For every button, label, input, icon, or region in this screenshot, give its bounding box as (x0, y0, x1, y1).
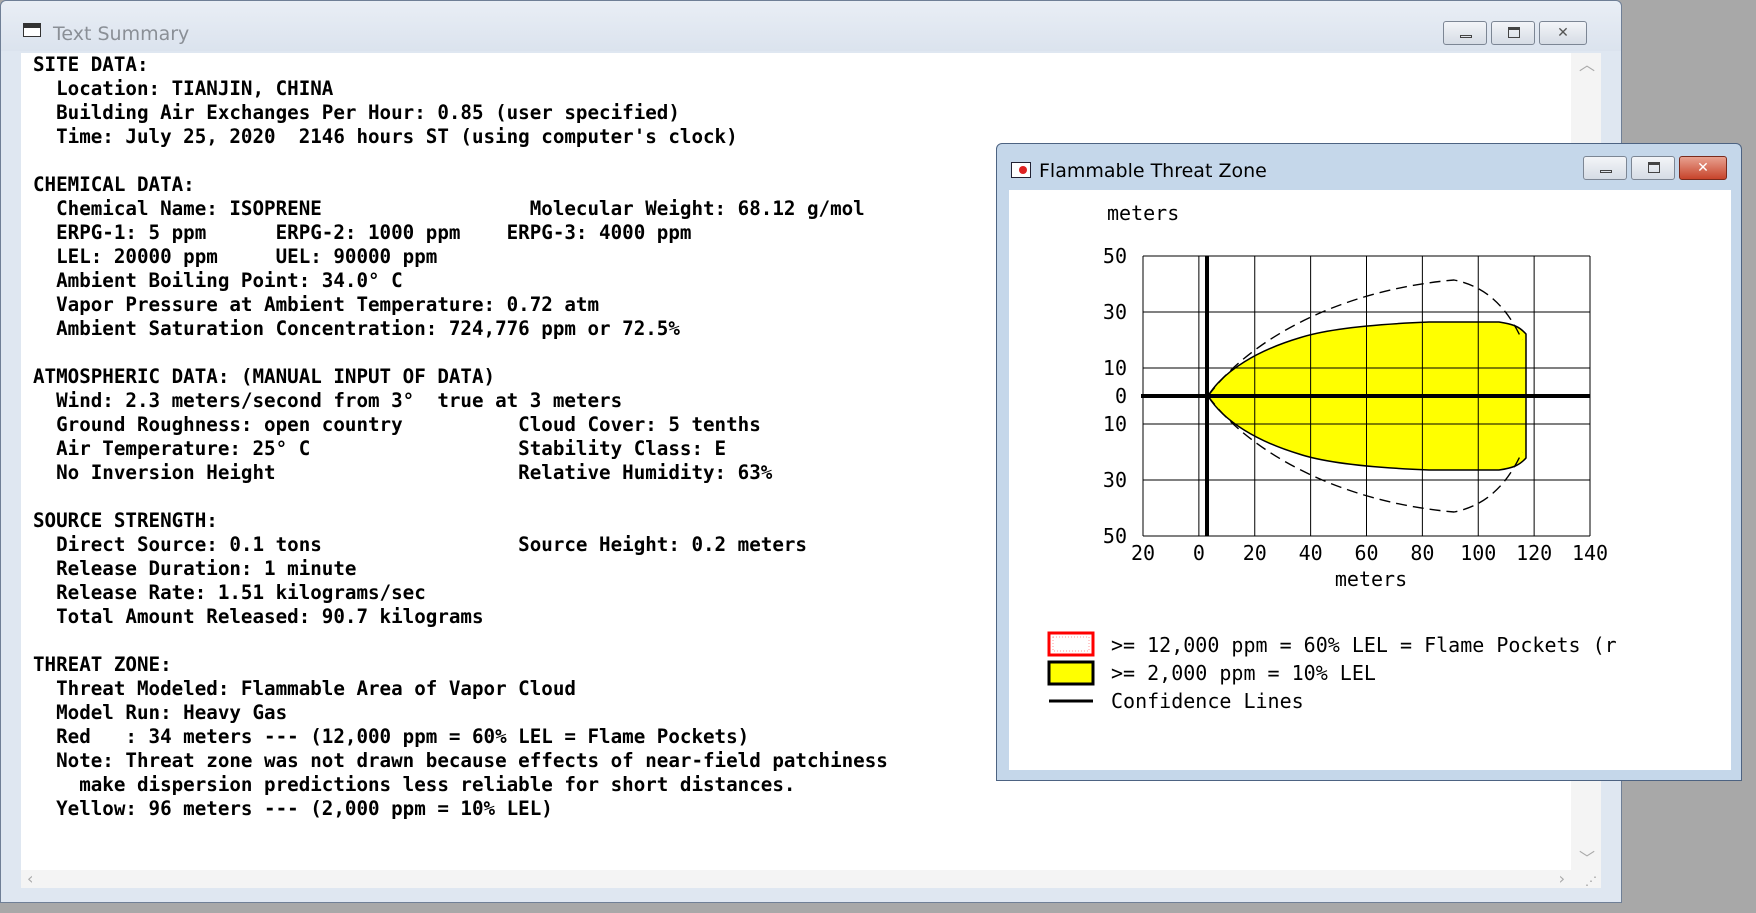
y-tick-label: 30 (1103, 468, 1127, 492)
threat-zone-app-icon (1011, 162, 1031, 178)
title-bar[interactable]: Text Summary ✕ (1, 1, 1621, 51)
title-bar[interactable]: Flammable Threat Zone ✕ (997, 144, 1741, 188)
threat-zone-plot-area: meters 50 30 10 0 10 30 50 20 0 20 40 60 80 100 120 14… (1009, 190, 1731, 770)
x-tick-label: 40 (1299, 541, 1323, 565)
summary-line: Location: TIANJIN, CHINA (33, 77, 334, 100)
resize-grip-icon[interactable]: ⋰ (1585, 874, 1597, 888)
y-tick-label: 50 (1103, 524, 1127, 548)
summary-line: CHEMICAL DATA: (33, 173, 195, 196)
legend-red-label: >= 12,000 ppm = 60% LEL = Flame Pockets … (1111, 633, 1617, 657)
summary-line: Direct Source: 0.1 tons Source Height: 0… (33, 533, 807, 556)
x-tick-label: 120 (1516, 541, 1552, 565)
y-tick-label: 10 (1103, 412, 1127, 436)
summary-line: Yellow: 96 meters --- (2,000 ppm = 10% L… (33, 797, 553, 820)
window-title: Flammable Threat Zone (1039, 160, 1267, 182)
threat-zone-plot: meters 5030100103050 20 0 20 40 60 80 100 120 14… (1047, 201, 1617, 713)
summary-line (33, 149, 888, 173)
summary-line: Chemical Name: ISOPRENE Molecular Weight… (33, 197, 865, 220)
close-button[interactable]: ✕ (1539, 21, 1587, 45)
y-tick-label: 0 (1115, 384, 1127, 408)
summary-line: Ambient Boiling Point: 34.0° C (33, 269, 403, 292)
x-tick-label: 20 (1243, 541, 1267, 565)
summary-line: Total Amount Released: 90.7 kilograms (33, 605, 484, 628)
summary-line: Building Air Exchanges Per Hour: 0.85 (u… (33, 101, 680, 124)
y-tick-labels: 50 30 10 0 10 30 50 (1103, 244, 1127, 548)
summary-line: ERPG-1: 5 ppm ERPG-2: 1000 ppm ERPG-3: 4… (33, 221, 692, 244)
scroll-right-arrow-icon[interactable]: › (1559, 871, 1565, 887)
x-tick-labels: 20 0 20 40 60 80 100 120 140 (1131, 541, 1608, 565)
minimize-button[interactable] (1443, 21, 1487, 45)
summary-line: Wind: 2.3 meters/second from 3° true at … (33, 389, 623, 412)
window-app-icon (23, 23, 41, 37)
summary-line: LEL: 20000 ppm UEL: 90000 ppm (33, 245, 438, 268)
summary-line: No Inversion Height Relative Humidity: 6… (33, 461, 773, 484)
y-tick-label: 30 (1103, 300, 1127, 324)
legend-line-label: Confidence Lines (1111, 689, 1304, 713)
scroll-left-arrow-icon[interactable]: ‹ (27, 871, 33, 887)
summary-line: Red : 34 meters --- (12,000 ppm = 60% LE… (33, 725, 750, 748)
maximize-button[interactable] (1491, 21, 1535, 45)
x-tick-label: 80 (1410, 541, 1434, 565)
scroll-up-arrow-icon[interactable]: ︿ (1579, 57, 1595, 73)
horizontal-scrollbar[interactable]: ‹ › ⋰ (21, 870, 1601, 888)
window-title: Text Summary (53, 23, 190, 45)
summary-line: SOURCE STRENGTH: (33, 509, 218, 532)
minimize-button[interactable] (1583, 156, 1627, 180)
x-tick-label: 60 (1354, 541, 1378, 565)
summary-line: Ambient Saturation Concentration: 724,77… (33, 317, 680, 340)
summary-line: ATMOSPHERIC DATA: (MANUAL INPUT OF DATA) (33, 365, 496, 388)
summary-line: make dispersion predictions less reliabl… (33, 773, 796, 796)
summary-line (33, 341, 888, 365)
summary-line: Threat Modeled: Flammable Area of Vapor … (33, 677, 576, 700)
x-tick-label: 20 (1131, 541, 1155, 565)
summary-line: Time: July 25, 2020 2146 hours ST (using… (33, 125, 738, 148)
summary-line: Note: Threat zone was not drawn because … (33, 749, 888, 772)
x-tick-label: 140 (1572, 541, 1608, 565)
summary-text: SITE DATA: Location: TIANJIN, CHINA Buil… (33, 53, 888, 821)
summary-line: SITE DATA: (33, 53, 149, 76)
x-tick-label: 100 (1460, 541, 1496, 565)
summary-line: Model Run: Heavy Gas (33, 701, 288, 724)
summary-line: Air Temperature: 25° C Stability Class: … (33, 437, 727, 460)
summary-line (33, 629, 888, 653)
summary-line: Release Duration: 1 minute (33, 557, 357, 580)
summary-line (33, 485, 888, 509)
close-button[interactable]: ✕ (1679, 156, 1727, 180)
y-tick-label: 10 (1103, 356, 1127, 380)
x-unit-label: meters (1335, 567, 1407, 591)
threat-zone-window: Flammable Threat Zone ✕ meters 50 30 10 0 10… (996, 143, 1742, 781)
maximize-button[interactable] (1631, 156, 1675, 180)
summary-line: Ground Roughness: open country Cloud Cov… (33, 413, 761, 436)
summary-line: THREAT ZONE: (33, 653, 172, 676)
y-tick-label: 50 (1103, 244, 1127, 268)
summary-line: Vapor Pressure at Ambient Temperature: 0… (33, 293, 600, 316)
summary-line: Release Rate: 1.51 kilograms/sec (33, 581, 426, 604)
x-tick-label: 0 (1193, 541, 1205, 565)
scroll-down-arrow-icon[interactable]: ﹀ (1579, 851, 1595, 867)
legend-swatch-red (1047, 631, 1095, 657)
legend-yellow-label: >= 2,000 ppm = 10% LEL (1111, 661, 1376, 685)
legend-swatch-yellow (1047, 660, 1095, 686)
y-unit-label: meters (1107, 201, 1179, 225)
